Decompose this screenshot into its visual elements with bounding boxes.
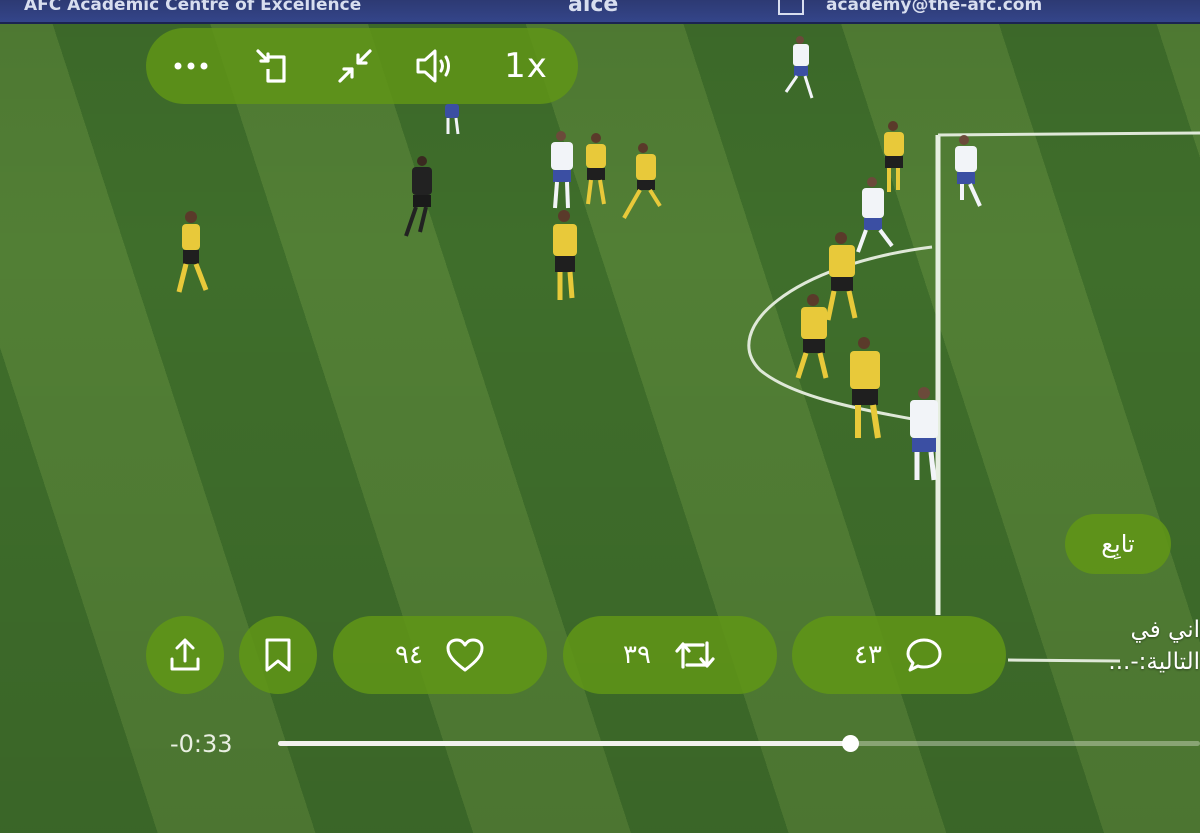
player-white xyxy=(551,131,573,209)
follow-button[interactable]: تابِع xyxy=(1065,514,1171,574)
minimize-button[interactable] xyxy=(332,28,378,104)
share-icon xyxy=(170,638,200,671)
player-white xyxy=(910,387,938,481)
share-button[interactable] xyxy=(146,616,224,694)
comment-icon xyxy=(906,638,942,672)
time-remaining: -0:33 xyxy=(170,730,233,758)
player-white xyxy=(856,177,894,253)
reply-count: ٤٣ xyxy=(854,640,882,670)
heart-icon xyxy=(446,638,484,672)
player-white xyxy=(445,104,460,135)
bookmark-button[interactable] xyxy=(239,616,317,694)
reply-button[interactable]: ٤٣ xyxy=(792,616,1006,694)
rotate-button[interactable] xyxy=(250,28,296,104)
referee xyxy=(404,156,432,237)
progress-bar[interactable] xyxy=(278,735,1200,752)
player-white xyxy=(955,135,982,207)
repost-count: ٣٩ xyxy=(623,640,651,670)
speed-label: 1x xyxy=(504,46,548,86)
player-yellow xyxy=(884,121,904,192)
like-button[interactable]: ٩٤ xyxy=(333,616,547,694)
player-yellow xyxy=(795,294,829,379)
progress-scrubber[interactable] xyxy=(841,735,859,752)
more-button[interactable] xyxy=(168,28,214,104)
player-top-controls: 1x xyxy=(146,28,578,104)
player-yellow xyxy=(553,210,577,300)
rotate-screen-icon xyxy=(256,49,286,83)
video-frame[interactable]: AFC Academic Centre of Excellence aice a… xyxy=(0,0,1200,833)
football-pitch xyxy=(176,36,1200,663)
volume-button[interactable] xyxy=(412,28,458,104)
more-horizontal-icon xyxy=(174,62,208,70)
minimize-icon xyxy=(338,49,372,83)
volume-icon xyxy=(416,49,450,83)
playback-speed-button[interactable]: 1x xyxy=(496,28,556,104)
box-top-line xyxy=(937,131,1200,137)
player-yellow xyxy=(622,143,662,219)
post-caption[interactable]: اني في التالية:-... xyxy=(1050,614,1200,678)
progress-played xyxy=(278,741,850,746)
caption-line-2: التالية:-... xyxy=(1108,649,1200,675)
player-yellow xyxy=(850,337,881,439)
like-count: ٩٤ xyxy=(395,640,423,670)
caption-line-1: اني في xyxy=(1130,617,1200,643)
bookmark-icon xyxy=(265,638,291,672)
repost-button[interactable]: ٣٩ xyxy=(563,616,777,694)
player-yellow xyxy=(176,211,209,293)
follow-label: تابِع xyxy=(1101,530,1135,558)
player-yellow xyxy=(586,133,606,205)
player-yellow xyxy=(825,232,858,321)
repost-icon xyxy=(675,641,715,669)
player-white xyxy=(784,36,814,99)
